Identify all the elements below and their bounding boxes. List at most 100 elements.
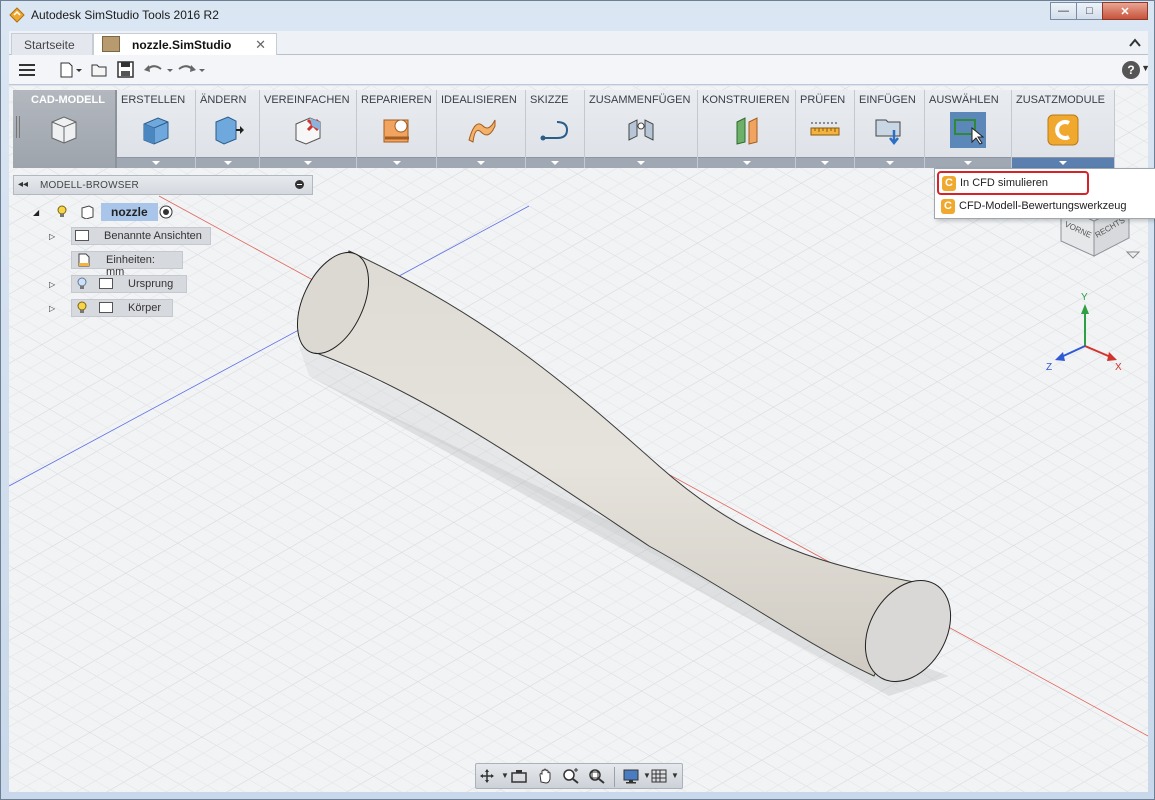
ribbon-group-einfuegen[interactable]: EINFÜGEN (855, 90, 925, 168)
construct-plane-icon (736, 117, 757, 145)
ribbon-group-reparieren[interactable]: REPARIEREN (357, 90, 437, 168)
ribbon-label-aendern: ÄNDERN (200, 94, 247, 106)
tree-item-box: Ursprung (71, 275, 187, 293)
model-browser-title: MODELL-BROWSER (40, 180, 139, 191)
ribbon-dropdown-idealisieren[interactable] (437, 157, 525, 168)
maximize-button[interactable]: □ (1076, 2, 1103, 20)
zoom-window-icon[interactable] (588, 768, 606, 784)
menu-item-cfd-model-assessment[interactable]: C CFD-Modell-Bewertungswerkzeug (935, 195, 1155, 219)
tree-root[interactable]: ◢ nozzle (31, 203, 191, 223)
menu-item-label: CFD-Modell-Bewertungswerkzeug (959, 200, 1127, 212)
collapse-chevron-icon[interactable] (1128, 36, 1142, 50)
document-tab-bar: Startseite nozzle.SimStudio ✕ (9, 31, 1148, 55)
ribbon-group-zusammenfuegen[interactable]: ZUSAMMENFÜGEN (585, 90, 698, 168)
ribbon-dropdown-reparieren[interactable] (357, 157, 436, 168)
ribbon-label-konstruieren: KONSTRUIEREN (702, 94, 790, 106)
tree-item-box: Benannte Ansichten (71, 227, 211, 245)
tree-item-origin[interactable]: ▷ Ursprung (49, 275, 219, 295)
ribbon-group-skizze[interactable]: SKIZZE (526, 90, 585, 168)
tree-item-units[interactable]: Einheiten: mm (49, 251, 219, 278)
nav-separator (614, 767, 615, 787)
open-folder-icon[interactable] (91, 62, 109, 78)
ribbon-group-vereinfachen[interactable]: VEREINFACHEN (260, 90, 357, 168)
tab-nozzle-label: nozzle.SimStudio (132, 38, 232, 52)
folder-icon (99, 302, 113, 313)
visibility-bulb-icon[interactable] (77, 301, 87, 314)
ribbon-label-zusammenfuegen: ZUSAMMENFÜGEN (589, 94, 691, 106)
undo-icon[interactable] (143, 62, 177, 78)
ribbon-group-pruefen[interactable]: PRÜFEN (796, 90, 855, 168)
ribbon-group-zusatzmodule[interactable]: ZUSATZMODULE (1012, 90, 1115, 168)
expand-arrow-icon[interactable]: ▷ (49, 280, 55, 289)
tree-item-bodies[interactable]: ▷ Körper (49, 299, 219, 319)
activate-radio-icon[interactable] (159, 205, 173, 219)
ribbon-label-vereinfachen: VEREINFACHEN (264, 94, 350, 106)
orbit-icon[interactable] (478, 768, 496, 784)
ribbon-group-konstruieren[interactable]: KONSTRUIEREN (698, 90, 796, 168)
ribbon-dropdown-zusammenfuegen[interactable] (585, 157, 697, 168)
minimize-button[interactable]: — (1050, 2, 1077, 20)
ribbon-label-erstellen: ERSTELLEN (121, 94, 186, 106)
expand-arrow-icon[interactable]: ◢ (33, 208, 39, 217)
ribbon-group-erstellen[interactable]: ERSTELLEN (117, 90, 196, 168)
ribbon-grip (16, 116, 20, 138)
select-icon (950, 112, 986, 148)
quick-access-toolbar: ? ▼ (9, 55, 1150, 85)
window-title: Autodesk SimStudio Tools 2016 R2 (31, 8, 219, 22)
ribbon-group-idealisieren[interactable]: IDEALISIEREN (437, 90, 526, 168)
ribbon-dropdown-erstellen[interactable] (117, 157, 195, 168)
help-dropdown-icon[interactable]: ▼ (1141, 63, 1150, 73)
folder-icon (75, 230, 89, 241)
ribbon-dropdown-einfuegen[interactable] (855, 157, 924, 168)
save-icon[interactable] (117, 61, 135, 79)
ribbon-toolbar: CAD-MODELL ERSTELLEN ÄNDERN VEREINFACHEN… (13, 90, 1115, 168)
tree-root-label[interactable]: nozzle (101, 203, 158, 221)
hamburger-menu-icon[interactable] (19, 62, 37, 78)
joint-icon (628, 119, 654, 141)
tree-item-label: Ursprung (128, 278, 174, 290)
ribbon-dropdown-skizze[interactable] (526, 157, 584, 168)
close-window-button[interactable]: ✕ (1102, 2, 1148, 20)
folder-icon (99, 278, 113, 289)
tree-item-named-views[interactable]: ▷ Benannte Ansichten (49, 227, 219, 247)
new-file-icon[interactable] (59, 62, 83, 78)
ribbon-group-auswaehlen[interactable]: AUSWÄHLEN (925, 90, 1012, 168)
cfd-icon: C (942, 176, 956, 191)
expand-arrow-icon[interactable]: ▷ (49, 304, 55, 313)
pan-hand-icon[interactable] (536, 768, 554, 784)
visibility-bulb-icon[interactable] (57, 205, 67, 218)
ribbon-label-auswaehlen: AUSWÄHLEN (929, 94, 999, 106)
tab-startseite[interactable]: Startseite (11, 33, 93, 55)
workspace-selector[interactable]: CAD-MODELL (13, 90, 117, 168)
menu-item-label: In CFD simulieren (960, 177, 1049, 189)
ribbon-dropdown-aendern[interactable] (196, 157, 259, 168)
expand-arrow-icon[interactable]: ▷ (49, 232, 55, 241)
help-icon[interactable]: ? (1122, 61, 1140, 79)
model-browser-header[interactable]: ◂◂ MODELL-BROWSER (13, 175, 313, 195)
zoom-icon[interactable] (562, 768, 580, 784)
modify-icon (215, 116, 244, 145)
tab-nozzle[interactable]: nozzle.SimStudio ✕ (93, 33, 277, 55)
tree-item-label: Körper (128, 302, 162, 314)
grid-dropdown-icon[interactable]: ▼ (666, 768, 684, 784)
ribbon-dropdown-vereinfachen[interactable] (260, 157, 356, 168)
visibility-bulb-icon[interactable] (77, 277, 87, 290)
ribbon-group-aendern[interactable]: ÄNDERN (196, 90, 260, 168)
minimize-panel-icon[interactable] (295, 180, 304, 189)
menu-item-simulate-cfd[interactable]: C In CFD simulieren (937, 171, 1089, 195)
document-icon (102, 36, 120, 52)
tab-close-icon[interactable]: ✕ (255, 37, 266, 53)
ribbon-dropdown-zusatzmodule[interactable] (1012, 157, 1114, 168)
cad-model-icon (51, 116, 77, 144)
component-icon (81, 205, 94, 219)
cfd-icon: C (941, 199, 955, 214)
ribbon-dropdown-pruefen[interactable] (796, 157, 854, 168)
redo-icon[interactable] (175, 62, 209, 78)
look-at-icon[interactable] (510, 768, 528, 784)
navigation-bar: ▼ ▼ ▼ (475, 763, 683, 789)
z-axis-label: Z (1046, 362, 1052, 373)
collapse-browser-icon[interactable]: ◂◂ (18, 179, 28, 190)
ribbon-label-einfuegen: EINFÜGEN (859, 94, 916, 106)
ribbon-dropdown-konstruieren[interactable] (698, 157, 795, 168)
ribbon-dropdown-auswaehlen[interactable] (925, 157, 1011, 168)
